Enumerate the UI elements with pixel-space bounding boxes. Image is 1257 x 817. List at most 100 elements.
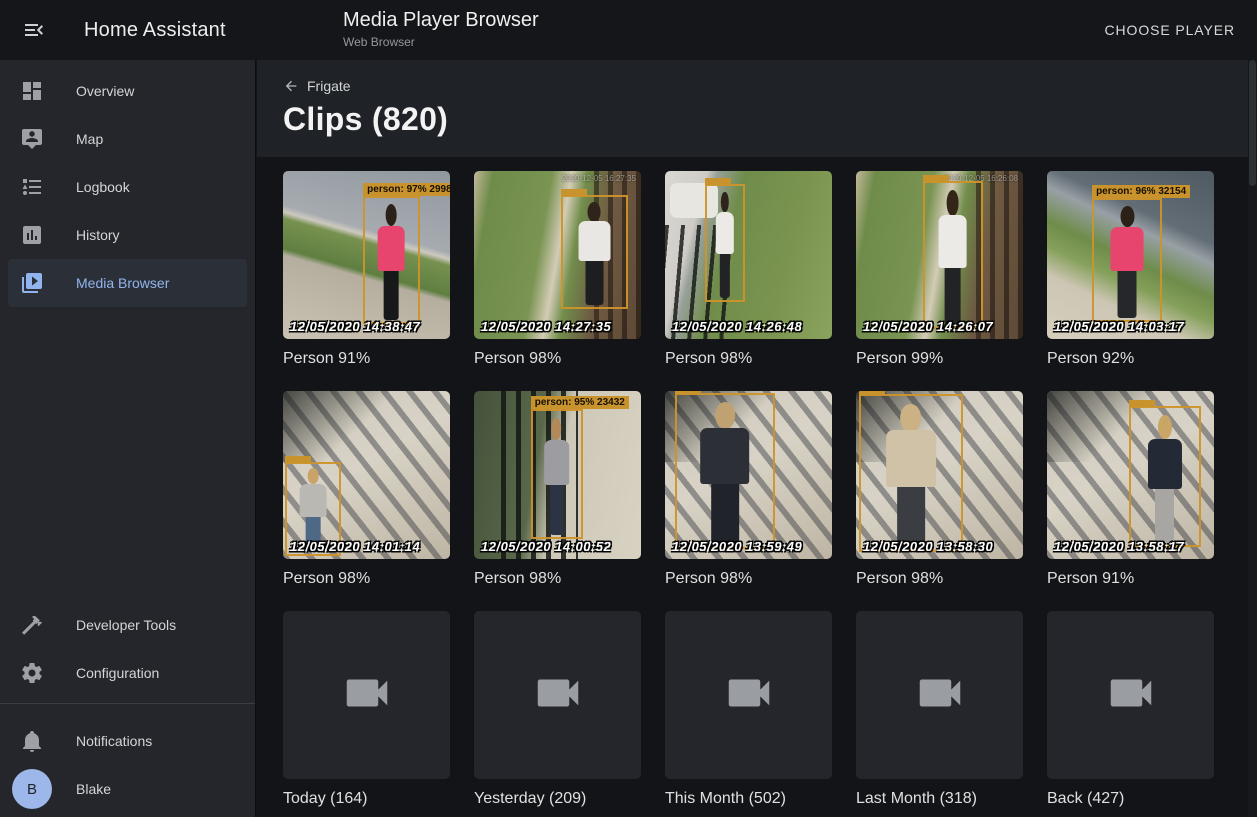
video-icon [722, 666, 776, 725]
sidebar-item-logbook[interactable]: Logbook [8, 163, 247, 211]
folder-card[interactable]: This Month (502) [665, 611, 832, 808]
folder-card[interactable]: Back (427) [1047, 611, 1214, 808]
clip-label: Person 98% [665, 350, 832, 368]
sidebar-item-user[interactable]: B Blake [8, 765, 247, 813]
folder-card[interactable]: Last Month (318) [856, 611, 1023, 808]
folder-card[interactable]: Today (164) [283, 611, 450, 808]
p-top-shape [545, 440, 569, 486]
p-hair-shape [588, 202, 601, 222]
video-icon [913, 666, 967, 725]
person-figure [542, 418, 572, 536]
dialog-header: Media Player Browser Web Browser [343, 9, 539, 49]
clip-thumbnail: person: 95% 2343212/05/2020 14:00:52 [474, 391, 641, 559]
folder-thumbnail [1047, 611, 1214, 779]
breadcrumb-back[interactable]: Frigate [283, 78, 351, 94]
sidebar-item-label: Configuration [76, 665, 159, 681]
clip-card[interactable]: person: 97% 2998812/05/2020 14:38:47Pers… [283, 171, 450, 368]
scrollbar-thumb[interactable] [1249, 60, 1256, 186]
sidebar-item-notifications[interactable]: Notifications [8, 717, 247, 765]
clip-timestamp: 12/05/2020 13:58:30 [863, 539, 993, 554]
hammer-icon [20, 613, 44, 637]
folder-label: Yesterday (209) [474, 790, 641, 808]
detection-box [923, 181, 983, 329]
folder-thumbnail [665, 611, 832, 779]
clip-card[interactable]: 12/05/2020 13:59:49Person 98% [665, 391, 832, 588]
p-bottom-shape [1155, 489, 1174, 543]
sidebar-main-list: Overview Map Logbook History Media Brows… [0, 60, 255, 307]
detection-box [675, 393, 775, 549]
clips-grid: person: 97% 2998812/05/2020 14:38:47 Pers… [283, 171, 1257, 808]
sidebar-item-label: Map [76, 131, 103, 147]
p-top-shape [701, 428, 750, 484]
p-top-shape [939, 215, 968, 268]
person-figure [880, 404, 942, 549]
clip-card[interactable]: person: 96% 3215412/05/2020 14:03:17Pers… [1047, 171, 1214, 368]
person-figure [935, 190, 970, 325]
sidebar-item-label: Developer Tools [76, 617, 176, 633]
scrollbar[interactable] [1248, 60, 1257, 817]
choose-player-button[interactable]: CHOOSE PLAYER [1097, 0, 1243, 60]
detection-label [705, 178, 731, 185]
clip-card[interactable]: 2020-12-05 16:27:3512/05/2020 14:27:35 Pe… [474, 171, 641, 368]
sidebar-item-media-browser[interactable]: Media Browser [8, 259, 247, 307]
folder-card[interactable]: Yesterday (209) [474, 611, 641, 808]
video-icon [531, 666, 585, 725]
clip-label: Person 98% [474, 350, 641, 368]
person-figure [1144, 415, 1186, 544]
clip-card[interactable]: 12/05/2020 13:58:30Person 98% [856, 391, 1023, 588]
clip-thumbnail: 12/05/2020 13:58:17 [1047, 391, 1214, 559]
p-hair-shape [552, 418, 562, 440]
detection-box [859, 394, 963, 552]
breadcrumb-label: Frigate [307, 78, 351, 94]
clip-card[interactable]: 12/05/2020 14:01:14Person 98% [283, 391, 450, 588]
p-bottom-shape [1118, 271, 1137, 318]
person-figure [714, 192, 736, 299]
p-bottom-shape [945, 268, 961, 325]
clip-timestamp: 12/05/2020 14:03:17 [1054, 319, 1184, 334]
sidebar-item-overview[interactable]: Overview [8, 67, 247, 115]
gear-icon [20, 661, 44, 685]
clip-thumbnail: 2020-12-05 16:27:3512/05/2020 14:27:35 [474, 171, 641, 339]
sidebar-item-history[interactable]: History [8, 211, 247, 259]
p-hair-shape [386, 204, 397, 226]
clip-thumbnail: person: 97% 2998812/05/2020 14:38:47 [283, 171, 450, 339]
p-hair-shape [715, 402, 735, 429]
sidebar-item-developer-tools[interactable]: Developer Tools [8, 601, 247, 649]
detection-label: person: 96% 32154 [1092, 185, 1190, 198]
top-app-bar: Home Assistant Media Player Browser Web … [0, 0, 1257, 60]
p-bottom-shape [384, 271, 399, 320]
folder-label: Today (164) [283, 790, 450, 808]
chart-box-icon [20, 223, 44, 247]
clip-card[interactable]: 12/05/2020 14:26:48 Person 98% [665, 171, 832, 368]
clip-label: Person 98% [283, 570, 450, 588]
sidebar-item-map[interactable]: Map [8, 115, 247, 163]
detection-label [285, 456, 311, 463]
clip-label: Person 99% [856, 350, 1023, 368]
play-box-multiple-icon [20, 271, 44, 295]
detection-box: person: 96% 32154 [1092, 198, 1162, 322]
clip-card[interactable]: person: 95% 2343212/05/2020 14:00:52Pers… [474, 391, 641, 588]
content-header: Frigate Clips (820) [257, 60, 1257, 157]
page-title: Clips (820) [283, 101, 1257, 138]
clip-thumbnail: 2020-12-05 16:26:0812/05/2020 14:26:07 [856, 171, 1023, 339]
view-dashboard-icon [20, 79, 44, 103]
p-bottom-shape [550, 485, 564, 534]
menu-open-icon[interactable] [22, 18, 46, 42]
clip-timestamp: 12/05/2020 14:00:52 [481, 539, 611, 554]
p-hair-shape [947, 190, 959, 216]
person-figure [375, 204, 408, 320]
sidebar-item-configuration[interactable]: Configuration [8, 649, 247, 697]
media-browser-content: person: 97% 2998812/05/2020 14:38:47 Pers… [257, 157, 1257, 817]
sidebar-item-label: Notifications [76, 733, 152, 749]
camera-timestamp: 2020-12-05 16:27:35 [562, 174, 636, 183]
clip-timestamp: 12/05/2020 14:26:07 [863, 319, 993, 334]
clip-card[interactable]: 2020-12-05 16:26:0812/05/2020 14:26:07 Pe… [856, 171, 1023, 368]
clip-label: Person 92% [1047, 350, 1214, 368]
p-hair-shape [1120, 206, 1134, 227]
person-figure [695, 402, 755, 545]
p-bottom-shape [711, 484, 738, 544]
p-top-shape [716, 212, 734, 254]
clip-card[interactable]: 12/05/2020 13:58:17Person 91% [1047, 391, 1214, 588]
clip-thumbnail: 12/05/2020 14:26:48 [665, 171, 832, 339]
sidebar-footer-list: Notifications B Blake [0, 710, 255, 817]
